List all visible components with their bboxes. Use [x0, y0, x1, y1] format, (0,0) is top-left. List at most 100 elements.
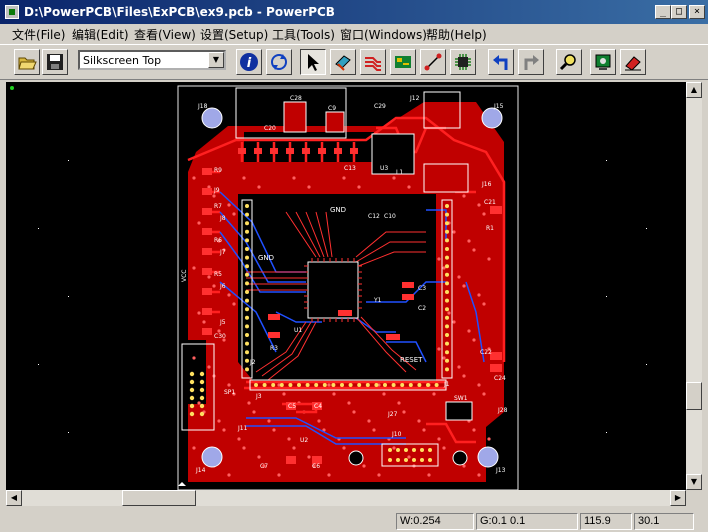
via [197, 401, 201, 405]
label-j12: J12 [409, 95, 420, 102]
layer-select-value: Silkscreen Top [83, 54, 162, 67]
scroll-up-icon[interactable]: ▲ [686, 82, 702, 98]
menu-tools[interactable]: 工具(Tools) [272, 26, 335, 43]
via [467, 329, 471, 333]
header-pin [445, 315, 449, 320]
drafting-toolbar-button[interactable] [330, 49, 356, 75]
label-j28: J28 [497, 407, 508, 414]
inductor-l1[interactable] [423, 163, 469, 193]
via [332, 392, 336, 396]
scroll-left-icon[interactable]: ◀ [6, 490, 22, 506]
select-button[interactable] [300, 49, 326, 75]
jack-j13b[interactable] [452, 450, 468, 466]
label-j8: J8 [219, 215, 226, 222]
header-pin [445, 221, 449, 226]
jack-j9[interactable] [348, 450, 364, 466]
via [477, 383, 481, 387]
header-pin [445, 204, 449, 208]
chevron-down-icon[interactable]: ▼ [208, 52, 224, 68]
layer-select[interactable]: Silkscreen Top ▼ [78, 50, 226, 70]
menu-setup[interactable]: 设置(Setup) [200, 26, 268, 43]
via [392, 176, 396, 180]
undo-button[interactable] [488, 49, 514, 75]
label-reset: RESET [400, 356, 423, 364]
via [327, 383, 331, 387]
header-pin [445, 247, 449, 251]
via [342, 446, 346, 450]
header-pin [245, 229, 249, 234]
title-bar: D:\PowerPCB\Files\ExPCB\ex9.pcb - PowerP… [0, 0, 708, 24]
info-button[interactable]: i [236, 49, 262, 75]
open-button[interactable] [14, 49, 40, 75]
header-pin [445, 238, 449, 243]
redraw-button[interactable] [266, 49, 292, 75]
scroll-right-icon[interactable]: ▶ [670, 490, 686, 506]
router-link-button[interactable] [590, 49, 616, 75]
connector-pin [189, 371, 195, 377]
label-j15: J15 [493, 103, 504, 110]
via [272, 428, 276, 432]
status-bar: W:0.254 G:0.1 0.1 115.9 30.1 [0, 510, 708, 532]
header-pin [340, 383, 344, 387]
cap-c9[interactable] [325, 111, 345, 133]
redo-button[interactable] [518, 49, 544, 75]
via [472, 338, 476, 342]
via [477, 203, 481, 207]
route-button[interactable] [420, 49, 446, 75]
via [402, 410, 406, 414]
status-y: 30.1 [634, 513, 694, 530]
label-j2: J2 [249, 359, 256, 366]
label-r6: R6 [214, 237, 222, 244]
menu-file[interactable]: 文件(File) [12, 26, 65, 43]
label-l1: L1 [396, 169, 403, 176]
pcb-board-drawing[interactable]: J18 J15 J14 J13 J12 C29 C20 C28 C9 C13 U… [6, 82, 686, 490]
horizontal-scroll-thumb[interactable] [122, 490, 196, 506]
via [247, 401, 251, 405]
via [292, 176, 296, 180]
menu-edit[interactable]: 编辑(Edit) [72, 26, 129, 43]
via [207, 275, 211, 279]
label-r7: R7 [214, 203, 222, 210]
close-button[interactable]: × [689, 5, 705, 19]
switch-sw1[interactable] [445, 401, 473, 421]
via [422, 428, 426, 432]
label-j3: J3 [255, 393, 262, 400]
pcb-canvas[interactable]: J18 J15 J14 J13 J12 C29 C20 C28 C9 C13 U… [6, 82, 686, 490]
redo-icon [524, 55, 539, 70]
menu-help[interactable]: 帮助(Help) [426, 26, 487, 43]
cpu-chip[interactable] [307, 261, 359, 319]
header-pin [279, 383, 284, 387]
vertical-scroll-thumb[interactable] [686, 382, 702, 410]
scroll-down-icon[interactable]: ▼ [686, 474, 702, 490]
app-icon[interactable] [5, 5, 19, 19]
minimize-button[interactable]: _ [655, 5, 671, 19]
via [457, 275, 461, 279]
via [452, 230, 456, 234]
via [482, 392, 486, 396]
label-c3: C3 [418, 285, 426, 292]
regulator-u3[interactable] [371, 133, 415, 175]
via [482, 212, 486, 216]
design-toolbar-button[interactable] [360, 49, 386, 75]
horizontal-scrollbar[interactable]: ◀ ▶ [6, 490, 686, 506]
menu-view[interactable]: 查看(View) [134, 26, 196, 43]
menu-windows[interactable]: 窗口(Windows) [340, 26, 427, 43]
maximize-button[interactable]: □ [671, 5, 687, 19]
header-pin [357, 383, 362, 387]
cam-button[interactable] [620, 49, 646, 75]
via [202, 320, 206, 324]
bga-toolbar-button[interactable] [450, 49, 476, 75]
via [462, 284, 466, 288]
via [287, 437, 291, 441]
via [317, 419, 321, 423]
drafting-icon [335, 55, 351, 71]
header-pin [245, 350, 249, 355]
ecocontrol-button[interactable] [390, 49, 416, 75]
zoom-button[interactable] [556, 49, 582, 75]
cap-c28[interactable] [283, 101, 307, 133]
label-c24: C24 [494, 375, 506, 382]
vertical-scrollbar[interactable]: ▲ ▼ [686, 82, 702, 490]
header-pin [445, 350, 449, 355]
header-pin [245, 315, 249, 320]
save-button[interactable] [42, 49, 68, 75]
